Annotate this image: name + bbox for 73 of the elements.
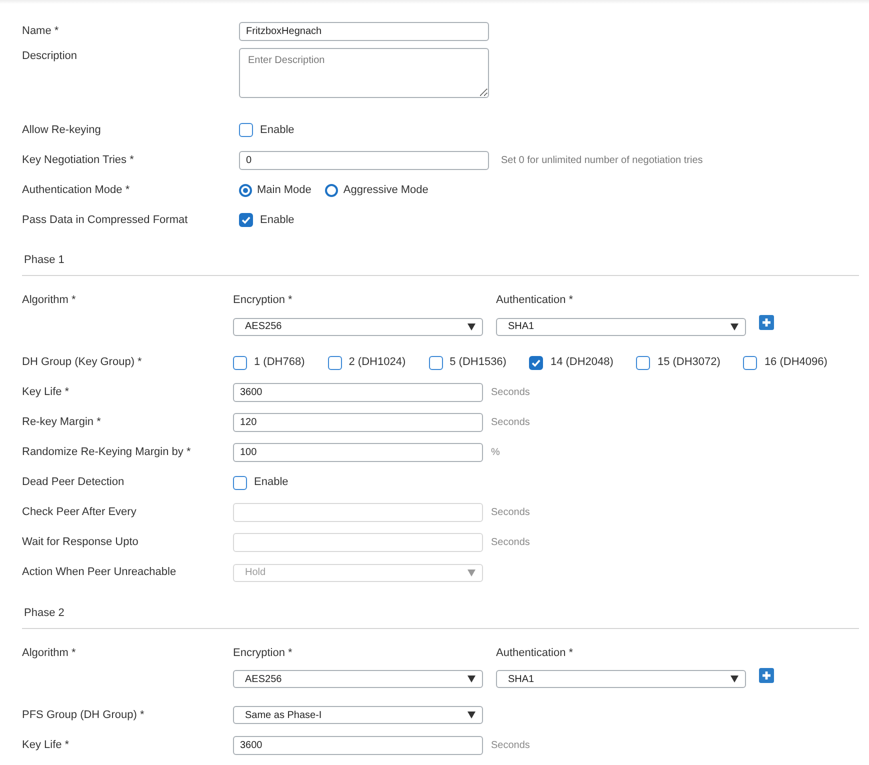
checkbox[interactable] bbox=[233, 476, 247, 490]
field-label: DH Group (Key Group) * bbox=[22, 355, 143, 370]
field-label: Randomize Re-Keying Margin by * bbox=[22, 445, 192, 460]
text-field[interactable]: 120 bbox=[233, 413, 483, 432]
field-label: Description bbox=[22, 49, 78, 64]
field-label: Allow Re-keying bbox=[22, 122, 102, 138]
checkbox-label: Enable bbox=[254, 475, 288, 490]
radio-label: Aggressive Mode bbox=[343, 182, 428, 198]
unit-label: Seconds bbox=[491, 738, 530, 752]
checkbox-label: 2 (DH1024) bbox=[348, 355, 406, 370]
radio-label: Main Mode bbox=[257, 182, 312, 198]
unit-label: % bbox=[491, 446, 500, 460]
checkbox-label: 14 (DH2048) bbox=[550, 355, 614, 370]
hint-text: Set 0 for unlimited number of negotiation tries bbox=[501, 154, 703, 168]
field-label: Name * bbox=[22, 24, 60, 39]
field-label: Wait for Response Upto bbox=[22, 535, 140, 550]
field-label: Check Peer After Every bbox=[22, 505, 138, 520]
checkbox[interactable] bbox=[239, 123, 253, 137]
authentication-dropdown[interactable]: SHA1 bbox=[496, 318, 746, 336]
radio-button[interactable] bbox=[325, 184, 338, 196]
description-field[interactable]: Enter Description bbox=[239, 48, 489, 98]
encryption-dropdown[interactable]: AES256 bbox=[233, 318, 483, 336]
field-label: Algorithm * bbox=[22, 293, 77, 308]
checkbox-label: 1 (DH768) bbox=[254, 355, 305, 370]
checkbox-label: Enable bbox=[260, 212, 294, 228]
add-icon[interactable] bbox=[759, 668, 774, 682]
authentication-dropdown[interactable]: SHA1 bbox=[496, 670, 746, 688]
checkbox-label: 16 (DH4096) bbox=[764, 355, 828, 370]
checkbox[interactable] bbox=[428, 356, 443, 370]
dropdown[interactable]: Same as Phase-I bbox=[233, 706, 483, 724]
unit-label: Seconds bbox=[491, 386, 530, 400]
section-title: Phase 1 bbox=[23, 254, 64, 266]
text-field[interactable]: FritzboxHegnach bbox=[239, 22, 489, 40]
field-label: Encryption * bbox=[233, 646, 294, 660]
unit-label: Seconds bbox=[491, 536, 530, 550]
checkbox-label: Enable bbox=[260, 122, 294, 138]
radio-button[interactable] bbox=[239, 184, 252, 196]
field-label: Re-key Margin * bbox=[22, 415, 102, 430]
caret-icon bbox=[467, 568, 476, 576]
checkbox[interactable] bbox=[636, 356, 650, 370]
field-label: Algorithm * bbox=[22, 646, 77, 660]
field-label: Dead Peer Detection bbox=[22, 475, 126, 490]
field-label: Key Life * bbox=[22, 385, 70, 400]
field-label: Key Negotiation Tries * bbox=[22, 152, 135, 168]
text-field[interactable]: 0 bbox=[239, 150, 489, 170]
caret-icon bbox=[730, 675, 739, 683]
checkbox[interactable] bbox=[328, 356, 342, 370]
field-label: Action When Peer Unreachable bbox=[22, 565, 178, 580]
add-icon[interactable] bbox=[759, 315, 774, 330]
field-label: Encryption * bbox=[233, 293, 294, 308]
checkbox-label: 5 (DH1536) bbox=[450, 355, 506, 370]
caret-icon bbox=[467, 711, 476, 719]
field-label: Key Life * bbox=[22, 738, 70, 753]
checkbox[interactable] bbox=[233, 356, 247, 370]
field-label: Pass Data in Compressed Format bbox=[22, 212, 189, 228]
section-title: Phase 2 bbox=[23, 606, 64, 618]
text-field[interactable]: 100 bbox=[233, 443, 483, 462]
checkbox[interactable] bbox=[743, 356, 758, 370]
field-label: Authentication Mode * bbox=[22, 182, 131, 198]
checkbox[interactable] bbox=[239, 213, 253, 227]
caret-icon bbox=[467, 675, 476, 683]
unit-label: Seconds bbox=[491, 416, 530, 430]
caret-icon bbox=[467, 322, 476, 330]
text-field[interactable]: 3600 bbox=[233, 383, 483, 402]
field-label: PFS Group (DH Group) * bbox=[22, 708, 146, 723]
text-field[interactable]: 3600 bbox=[233, 736, 483, 754]
encryption-dropdown[interactable]: AES256 bbox=[233, 670, 483, 688]
caret-icon bbox=[730, 322, 739, 330]
checkbox-label: 15 (DH3072) bbox=[657, 355, 720, 370]
field-label: Authentication * bbox=[496, 293, 574, 308]
unit-label: Seconds bbox=[491, 506, 530, 520]
field-label: Authentication * bbox=[496, 646, 574, 660]
checkbox[interactable] bbox=[529, 356, 544, 370]
